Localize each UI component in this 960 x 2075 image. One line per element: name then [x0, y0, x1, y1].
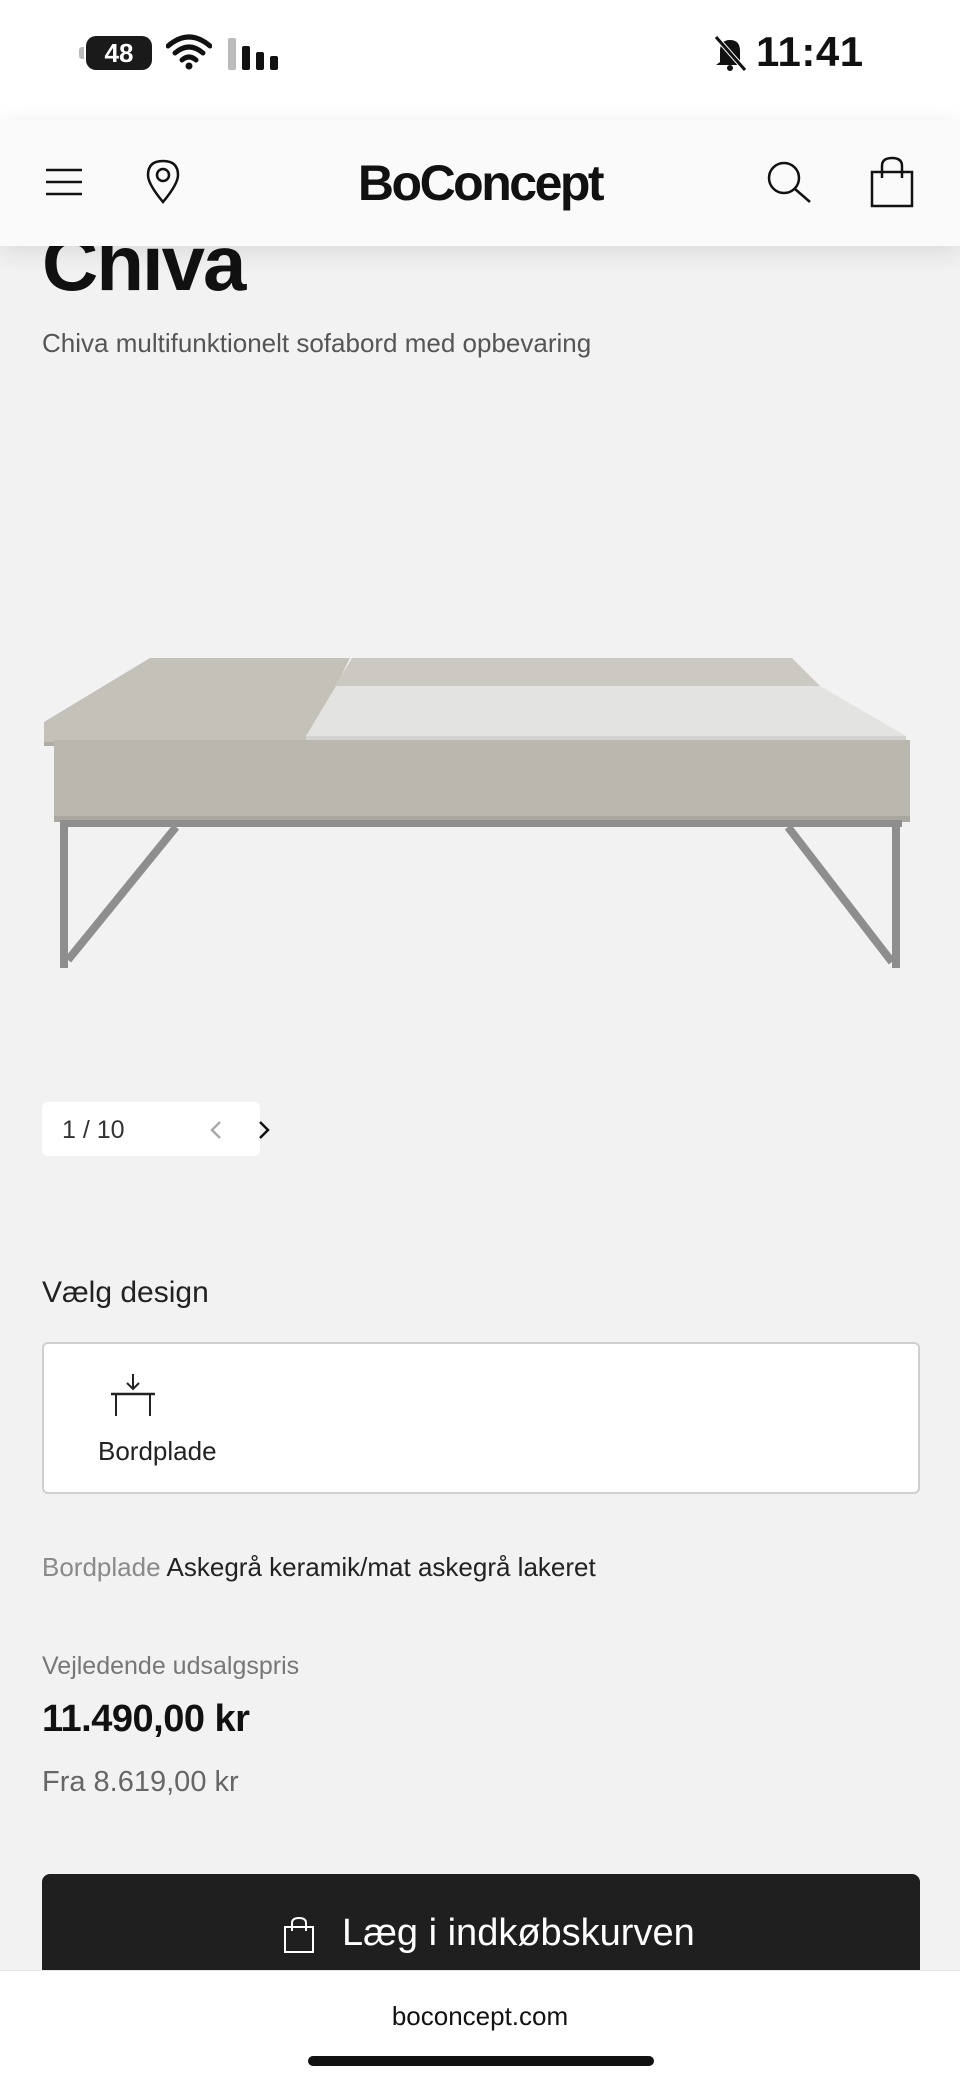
add-to-cart-label: Læg i indkøbskurven [342, 1912, 695, 1954]
shopping-bag-icon[interactable] [868, 156, 916, 210]
url-text: boconcept.com [391, 2001, 569, 2031]
gallery-pager: 1 / 10 [42, 1102, 270, 1156]
gallery-counter: 1 / 10 [62, 1116, 125, 1144]
price-caption: Vejledende udsalgspris [42, 1652, 300, 1680]
brand-logo[interactable]: BoConcept [0, 154, 960, 212]
price: 11.490,00 kr [42, 1698, 250, 1740]
home-indicator[interactable] [308, 2056, 654, 2066]
product-image[interactable] [40, 640, 920, 980]
bell-muted-icon [714, 35, 747, 72]
spec-key: Bordplade [42, 1552, 161, 1582]
clock: 11:41 [756, 28, 864, 75]
battery-indicator: 48 [79, 36, 152, 70]
search-icon[interactable] [764, 158, 814, 208]
spec-value: Askegrå keramik/mat askegrå lakeret [166, 1552, 596, 1582]
chevron-right-icon[interactable] [254, 1118, 274, 1142]
design-option-label: Bordplade [98, 1436, 217, 1466]
site-header: BoConcept [0, 120, 960, 246]
chevron-left-icon[interactable] [206, 1118, 226, 1142]
wifi-icon [166, 34, 212, 70]
signal-icon [228, 38, 278, 70]
price-from: Fra 8.619,00 kr [42, 1766, 239, 1798]
product-subtitle: Chiva multifunktionelt sofabord med opbe… [42, 328, 592, 358]
design-option-tabletop[interactable]: Bordplade [42, 1342, 920, 1494]
selected-spec: Bordplade Askegrå keramik/mat askegrå lak… [42, 1552, 596, 1583]
design-heading: Vælg design [42, 1276, 209, 1309]
status-bar: 48 11:41 [0, 0, 960, 120]
shopping-bag-icon [284, 1916, 314, 1953]
table-top-icon [111, 1374, 155, 1416]
